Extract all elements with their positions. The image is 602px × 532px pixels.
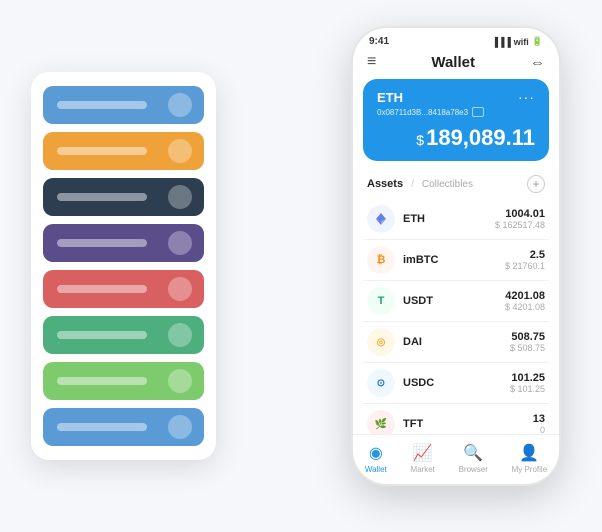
status-time: 9:41 — [369, 36, 389, 47]
wallet-coin-name: ETH — [377, 90, 403, 105]
dai-icon: ◎ — [367, 328, 395, 356]
list-item[interactable] — [43, 362, 204, 400]
copy-icon[interactable] — [472, 107, 484, 117]
card-icon — [168, 185, 192, 209]
menu-icon[interactable]: ≡ — [367, 53, 376, 71]
signal-icon: ▐▐▐ — [492, 37, 511, 47]
status-icons: ▐▐▐ wifi 🔋 — [492, 36, 543, 47]
list-item[interactable] — [43, 178, 204, 216]
tab-collectibles[interactable]: Collectibles — [422, 179, 473, 190]
list-item[interactable] — [43, 86, 204, 124]
asset-name: USDT — [403, 295, 433, 307]
card-icon — [168, 369, 192, 393]
market-nav-icon: 📈 — [413, 443, 433, 463]
asset-amount: 13 — [533, 413, 545, 425]
usdc-icon: ⊙ — [367, 369, 395, 397]
card-label — [57, 101, 147, 109]
card-label — [57, 331, 147, 339]
asset-usd: $ 21760.1 — [505, 261, 545, 271]
battery-icon: 🔋 — [532, 36, 543, 47]
nav-label-browser: Browser — [459, 465, 488, 474]
list-item[interactable] — [43, 224, 204, 262]
list-item[interactable] — [43, 408, 204, 446]
browser-nav-icon: 🔍 — [463, 443, 483, 463]
asset-amount: 1004.01 — [495, 208, 545, 220]
tab-assets[interactable]: Assets — [367, 178, 403, 190]
profile-nav-icon: 👤 — [519, 443, 539, 463]
asset-name: USDC — [403, 377, 434, 389]
asset-usd: $ 162517.48 — [495, 220, 545, 230]
card-label — [57, 423, 147, 431]
add-asset-button[interactable]: + — [527, 175, 545, 193]
card-icon — [168, 277, 192, 301]
nav-item-wallet[interactable]: ◉ Wallet — [365, 443, 387, 474]
nav-label-wallet: Wallet — [365, 465, 387, 474]
card-label — [57, 147, 147, 155]
card-icon — [168, 93, 192, 117]
asset-usd: $ 508.75 — [510, 343, 545, 353]
list-item[interactable] — [43, 270, 204, 308]
wallet-balance: $189,089.11 — [377, 125, 535, 151]
asset-name: ETH — [403, 213, 425, 225]
card-icon — [168, 139, 192, 163]
page-title: Wallet — [431, 54, 475, 71]
wallet-address: 0x08711d3B...8418a78e3 — [377, 107, 535, 117]
nav-item-profile[interactable]: 👤 My Profile — [512, 443, 548, 474]
asset-name: imBTC — [403, 254, 438, 266]
table-row[interactable]: T USDT 4201.08 $ 4201.08 — [363, 281, 549, 322]
imbtc-icon: ₿ — [367, 246, 395, 274]
card-icon — [168, 415, 192, 439]
card-label — [57, 193, 147, 201]
card-label — [57, 239, 147, 247]
usdt-icon: T — [367, 287, 395, 315]
asset-usd: $ 101.25 — [510, 384, 545, 394]
card-stack — [31, 72, 216, 460]
wifi-icon: wifi — [514, 37, 529, 47]
list-item[interactable] — [43, 132, 204, 170]
phone-header: ≡ Wallet ⇔ — [353, 51, 559, 79]
card-icon — [168, 231, 192, 255]
scene: 9:41 ▐▐▐ wifi 🔋 ≡ Wallet ⇔ ETH ··· — [21, 16, 581, 516]
status-bar: 9:41 ▐▐▐ wifi 🔋 — [353, 28, 559, 51]
nav-item-market[interactable]: 📈 Market — [410, 443, 434, 474]
asset-usd: 0 — [533, 425, 545, 434]
asset-list: ETH 1004.01 $ 162517.48 ₿ imBTC — [353, 199, 559, 434]
nav-item-browser[interactable]: 🔍 Browser — [459, 443, 488, 474]
more-options-icon[interactable]: ··· — [518, 89, 535, 105]
phone-mockup: 9:41 ▐▐▐ wifi 🔋 ≡ Wallet ⇔ ETH ··· — [351, 26, 561, 486]
eth-icon — [367, 205, 395, 233]
wallet-nav-icon: ◉ — [369, 443, 383, 463]
tft-icon: 🌿 — [367, 410, 395, 434]
card-icon — [168, 323, 192, 347]
assets-header: Assets / Collectibles + — [353, 171, 559, 199]
tab-separator: / — [411, 179, 414, 190]
table-row[interactable]: ETH 1004.01 $ 162517.48 — [363, 199, 549, 240]
list-item[interactable] — [43, 316, 204, 354]
nav-label-market: Market — [410, 465, 434, 474]
asset-name: DAI — [403, 336, 422, 348]
table-row[interactable]: ◎ DAI 508.75 $ 508.75 — [363, 322, 549, 363]
table-row[interactable]: ₿ imBTC 2.5 $ 21760.1 — [363, 240, 549, 281]
table-row[interactable]: 🌿 TFT 13 0 — [363, 404, 549, 434]
asset-amount: 4201.08 — [505, 290, 545, 302]
asset-usd: $ 4201.08 — [505, 302, 545, 312]
asset-amount: 101.25 — [510, 372, 545, 384]
asset-amount: 508.75 — [510, 331, 545, 343]
nav-label-profile: My Profile — [512, 465, 548, 474]
table-row[interactable]: ⊙ USDC 101.25 $ 101.25 — [363, 363, 549, 404]
assets-tabs: Assets / Collectibles — [367, 178, 473, 190]
asset-amount: 2.5 — [505, 249, 545, 261]
asset-name: TFT — [403, 418, 423, 430]
scan-icon[interactable]: ⇔ — [530, 54, 545, 71]
bottom-nav: ◉ Wallet 📈 Market 🔍 Browser 👤 My Profile — [353, 434, 559, 484]
card-label — [57, 377, 147, 385]
card-label — [57, 285, 147, 293]
wallet-card[interactable]: ETH ··· 0x08711d3B...8418a78e3 $189,089.… — [363, 79, 549, 161]
